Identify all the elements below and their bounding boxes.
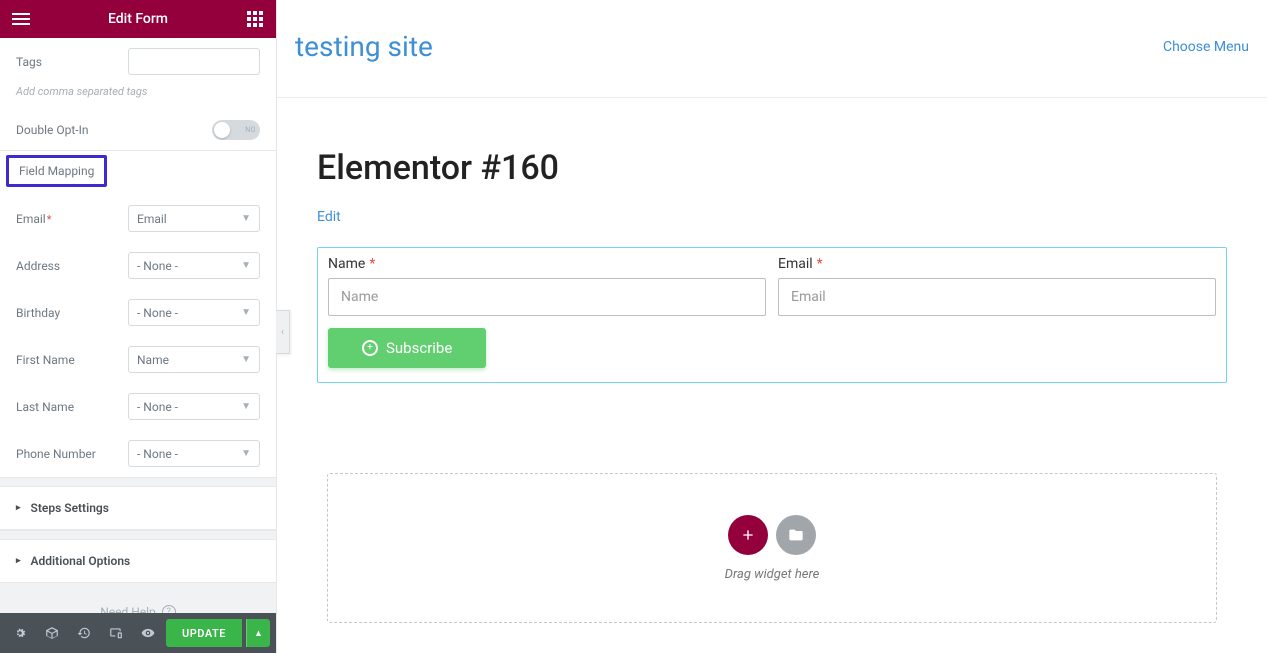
map-select-phone[interactable]: - None - ▼	[128, 440, 260, 467]
map-row-address: Address - None - ▼	[0, 242, 276, 289]
subscribe-button[interactable]: + Subscribe	[328, 328, 486, 368]
map-select-first-name[interactable]: Name ▼	[128, 346, 260, 373]
update-options-button[interactable]: ▲	[246, 619, 270, 647]
chevron-down-icon: ▼	[241, 354, 251, 365]
edit-link[interactable]: Edit	[317, 209, 341, 225]
field-mapping-title: Field Mapping	[6, 155, 107, 187]
double-optin-toggle[interactable]: NO	[212, 120, 260, 140]
map-row-birthday: Birthday - None - ▼	[0, 289, 276, 336]
map-label: Phone Number	[16, 447, 128, 461]
panel-title: Edit Form	[30, 11, 246, 27]
name-input[interactable]	[328, 278, 766, 316]
site-header: testing site Choose Menu	[277, 0, 1267, 98]
map-label: Birthday	[16, 306, 128, 320]
toggle-state: NO	[245, 126, 256, 134]
caret-right-icon: ▸	[16, 556, 21, 566]
chevron-down-icon: ▼	[241, 213, 251, 224]
tags-help: Add comma separated tags	[0, 85, 276, 110]
navigator-icon[interactable]	[38, 619, 66, 647]
add-section-button[interactable]	[728, 515, 768, 555]
panel-header: Edit Form	[0, 0, 276, 38]
preview-area: testing site Choose Menu Elementor #160 …	[277, 0, 1267, 653]
map-row-email: Email* Email ▼	[0, 195, 276, 242]
map-label: Address	[16, 259, 128, 273]
help-icon: ?	[162, 605, 176, 613]
history-icon[interactable]	[70, 619, 98, 647]
map-row-first-name: First Name Name ▼	[0, 336, 276, 383]
map-label: Email*	[16, 212, 128, 226]
map-select-email[interactable]: Email ▼	[128, 205, 260, 232]
need-help-link[interactable]: Need Help ?	[0, 583, 276, 613]
map-row-phone: Phone Number - None - ▼	[0, 430, 276, 477]
map-select-birthday[interactable]: - None - ▼	[128, 299, 260, 326]
email-field-label: Email*	[778, 256, 1216, 272]
chevron-down-icon: ▼	[241, 448, 251, 459]
tags-input[interactable]	[128, 48, 260, 75]
plus-circle-icon: +	[362, 340, 378, 356]
settings-icon[interactable]	[6, 619, 34, 647]
double-optin-label: Double Opt-In	[16, 123, 128, 137]
accordion-additional-options[interactable]: ▸ Additional Options	[0, 540, 276, 583]
tags-label: Tags	[16, 55, 128, 69]
responsive-icon[interactable]	[102, 619, 130, 647]
name-field-label: Name*	[328, 256, 766, 272]
page-title: Elementor #160	[317, 148, 1227, 188]
map-select-address[interactable]: - None - ▼	[128, 252, 260, 279]
map-label: Last Name	[16, 400, 128, 414]
site-title[interactable]: testing site	[295, 30, 433, 63]
caret-right-icon: ▸	[16, 503, 21, 513]
email-input[interactable]	[778, 278, 1216, 316]
collapse-panel-handle[interactable]: ‹	[276, 310, 290, 354]
tags-row: Tags	[0, 38, 276, 85]
page-content: Elementor #160 Edit Name* Email* + Subsc…	[277, 98, 1267, 653]
accordion-steps-settings[interactable]: ▸ Steps Settings	[0, 487, 276, 530]
map-row-last-name: Last Name - None - ▼	[0, 383, 276, 430]
template-library-button[interactable]	[776, 515, 816, 555]
editor-panel: Edit Form Tags Add comma separated tags …	[0, 0, 277, 653]
chevron-down-icon: ▼	[241, 260, 251, 271]
map-label: First Name	[16, 353, 128, 367]
panel-body: Tags Add comma separated tags Double Opt…	[0, 38, 276, 613]
preview-icon[interactable]	[134, 619, 162, 647]
form-widget[interactable]: Name* Email* + Subscribe	[317, 247, 1227, 383]
panel-footer: UPDATE ▲	[0, 613, 276, 653]
widgets-icon[interactable]	[246, 10, 264, 28]
update-button[interactable]: UPDATE	[166, 619, 242, 647]
menu-icon[interactable]	[12, 10, 30, 28]
double-optin-row: Double Opt-In NO	[0, 110, 276, 150]
choose-menu-link[interactable]: Choose Menu	[1163, 39, 1249, 55]
drop-zone-text: Drag widget here	[725, 567, 820, 582]
field-mapping-section: Field Mapping Email* Email ▼ Address	[0, 151, 276, 477]
chevron-down-icon: ▼	[241, 401, 251, 412]
map-select-last-name[interactable]: - None - ▼	[128, 393, 260, 420]
drop-zone[interactable]: Drag widget here	[327, 473, 1217, 623]
chevron-down-icon: ▼	[241, 307, 251, 318]
